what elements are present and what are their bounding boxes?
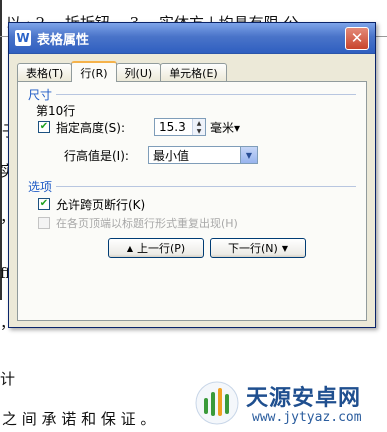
table-properties-dialog: W 表格属性 ✕ 表格(T) 行(R) 列(U) 单元格(E) 尺寸 第10行 …	[8, 22, 376, 328]
group-divider	[56, 94, 356, 95]
arrow-up-icon: ▲	[126, 243, 133, 253]
specify-height-checkbox[interactable]: ✔	[38, 121, 50, 133]
arrow-down-icon: ▼	[281, 243, 288, 253]
watermark-url: www.jytyaz.com	[252, 410, 362, 425]
spin-up-icon[interactable]: ▲	[193, 119, 205, 127]
watermark-title: 天源安卓网	[246, 386, 362, 411]
current-row-label: 第10行	[36, 104, 76, 118]
previous-row-label: 上一行(P)	[136, 242, 186, 255]
options-group-title: 选项	[28, 180, 53, 194]
height-spinner[interactable]: 15.3 ▲ ▼	[154, 118, 206, 136]
tab-column[interactable]: 列(U)	[115, 63, 162, 81]
row-height-is-select[interactable]: 最小值 ▼	[148, 146, 258, 164]
tab-row[interactable]: 行(R)	[71, 61, 117, 82]
row-tab-panel: 尺寸 第10行 ✔ 指定高度(S): 15.3 ▲ ▼ 毫米▾ 行高值是(I):…	[17, 81, 367, 321]
tab-table[interactable]: 表格(T)	[17, 63, 73, 81]
allow-break-checkbox[interactable]: ✔	[38, 198, 50, 210]
spin-down-icon[interactable]: ▼	[193, 127, 205, 135]
previous-row-button[interactable]: ▲ 上一行(P)	[108, 238, 204, 258]
row-height-is-label: 行高值是(I):	[64, 149, 129, 163]
tab-cell[interactable]: 单元格(E)	[160, 63, 227, 81]
spinner-arrows[interactable]: ▲ ▼	[192, 119, 205, 135]
dialog-title: 表格属性	[37, 32, 90, 48]
document-line: 之 间 承 诺 和 保 证 。	[2, 410, 156, 428]
next-row-label: 下一行(N)	[228, 242, 278, 255]
specify-height-label: 指定高度(S):	[56, 121, 126, 135]
wps-writer-icon: W	[15, 30, 31, 46]
next-row-button[interactable]: 下一行(N) ▼	[210, 238, 306, 258]
dialog-titlebar[interactable]: W 表格属性 ✕	[9, 23, 375, 54]
size-group-title: 尺寸	[28, 88, 53, 102]
row-height-is-value: 最小值	[153, 148, 190, 163]
chevron-down-icon[interactable]: ▼	[240, 147, 257, 163]
android-logo-icon	[195, 381, 239, 425]
checkmark-icon: ✔	[39, 198, 49, 209]
tab-bar: 表格(T) 行(R) 列(U) 单元格(E)	[17, 61, 227, 82]
unit-dropdown[interactable]: 毫米▾	[210, 119, 240, 136]
site-watermark: 天源安卓网 www.jytyaz.com	[190, 378, 387, 432]
repeat-header-checkbox[interactable]	[38, 217, 50, 229]
allow-break-label: 允许跨页断行(K)	[56, 198, 146, 212]
close-icon: ✕	[350, 28, 364, 47]
repeat-header-label: 在各页顶端以标题行形式重复出现(H)	[56, 217, 238, 230]
height-value: 15.3	[159, 120, 186, 134]
close-button[interactable]: ✕	[345, 26, 369, 50]
checkmark-icon: ✔	[39, 121, 49, 132]
document-line: 计	[0, 370, 16, 388]
table-border	[0, 0, 2, 300]
group-divider	[56, 186, 356, 187]
